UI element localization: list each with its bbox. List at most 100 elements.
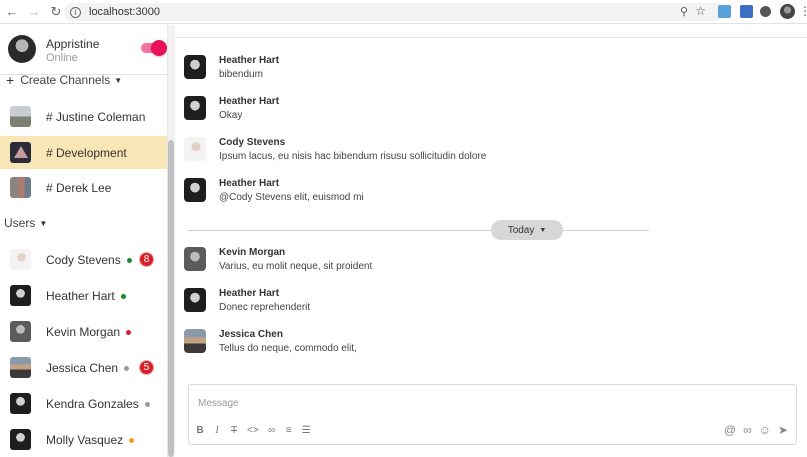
create-channels-header[interactable]: + Create Channels ▼: [0, 70, 122, 90]
send-icon[interactable]: ➤: [778, 423, 788, 437]
toggle-knob[interactable]: [151, 40, 167, 56]
online-toggle[interactable]: [141, 40, 167, 56]
avatar[interactable]: [184, 329, 206, 353]
mention-icon[interactable]: @: [724, 423, 736, 437]
message-input[interactable]: Message: [198, 398, 239, 409]
avatar: [10, 357, 31, 378]
message-author[interactable]: Heather Hart: [219, 178, 279, 189]
message-text: @Cody Stevens elit, euismod mi: [219, 192, 364, 203]
extension-icon[interactable]: [718, 5, 731, 18]
users-label: Users: [4, 216, 36, 230]
message-author[interactable]: Heather Hart: [219, 288, 279, 299]
channel-label: # Derek Lee: [46, 180, 112, 195]
avatar[interactable]: [184, 55, 206, 79]
chat-top-divider: [176, 37, 807, 38]
current-user-status: Online: [46, 52, 78, 64]
message-author[interactable]: Cody Stevens: [219, 137, 285, 148]
forward-icon[interactable]: →: [24, 2, 44, 22]
avatar: [10, 393, 31, 414]
link-icon[interactable]: ∞: [268, 425, 276, 436]
user-label: Kevin Morgan: [46, 325, 132, 339]
browser-profile-avatar[interactable]: [780, 4, 795, 19]
channel-label: # Development: [46, 145, 127, 160]
bold-icon[interactable]: B: [196, 425, 204, 436]
message-text: Ipsum lacus, eu nisis hac bibendum risus…: [219, 151, 487, 162]
bulleted-list-icon[interactable]: ≡: [285, 425, 293, 436]
channel-avatar: [10, 106, 31, 127]
site-info-icon[interactable]: i: [70, 6, 81, 18]
avatar: [10, 285, 31, 306]
message: Cody Stevens Ipsum lacus, eu nisis hac b…: [184, 133, 744, 167]
user-item[interactable]: Jessica Chen 5: [0, 351, 167, 384]
reload-icon[interactable]: ↻: [46, 2, 66, 22]
extensions-puzzle-icon[interactable]: [760, 6, 771, 17]
message: Heather Hart @Cody Stevens elit, euismod…: [184, 174, 744, 208]
channel-avatar: [10, 177, 31, 198]
avatar[interactable]: [8, 35, 36, 63]
emoji-icon[interactable]: ☺: [759, 423, 771, 437]
presence-dot: [144, 401, 150, 407]
extension-icon[interactable]: [740, 5, 753, 18]
presence-dot: [124, 365, 130, 371]
message-text: Okay: [219, 110, 243, 121]
user-label: Kendra Gonzales: [46, 397, 150, 411]
date-divider-line: [188, 230, 649, 231]
numbered-list-icon[interactable]: ☰: [302, 425, 311, 436]
caret-down-icon[interactable]: ▼: [39, 219, 47, 228]
message: Heather Hart Okay: [184, 92, 744, 126]
avatar: [10, 429, 31, 450]
avatar: [10, 321, 31, 342]
attachment-icon[interactable]: ∞: [743, 423, 752, 437]
user-item[interactable]: Kevin Morgan: [0, 315, 167, 348]
message-text: Donec reprehenderit: [219, 302, 311, 313]
channel-item-active[interactable]: # Development: [0, 136, 167, 169]
user-label: Jessica Chen: [46, 361, 130, 375]
message-author[interactable]: Kevin Morgan: [219, 247, 285, 258]
strikethrough-icon[interactable]: T: [230, 425, 238, 436]
plus-icon[interactable]: +: [6, 72, 14, 88]
avatar[interactable]: [184, 178, 206, 202]
users-header[interactable]: Users ▼: [0, 213, 47, 233]
unread-badge: 5: [139, 360, 154, 375]
italic-icon[interactable]: I: [213, 425, 221, 436]
channel-label: # Justine Coleman: [46, 109, 146, 124]
date-divider-pill[interactable]: Today ▼: [491, 220, 563, 240]
user-item[interactable]: Cody Stevens 8: [0, 243, 167, 276]
composer-actions: @ ∞ ☺ ➤: [724, 423, 788, 437]
message-author[interactable]: Heather Hart: [219, 55, 279, 66]
sidebar-scrollbar-thumb[interactable]: [168, 140, 174, 457]
caret-down-icon: ▼: [539, 226, 547, 234]
message-author[interactable]: Jessica Chen: [219, 329, 283, 340]
formatting-toolbar: B I T <> ∞ ≡ ☰: [196, 425, 311, 436]
presence-dot: [126, 329, 132, 335]
back-icon[interactable]: ←: [2, 2, 22, 22]
user-label: Cody Stevens: [46, 253, 132, 267]
user-item[interactable]: Molly Vasquez: [0, 423, 167, 456]
message: Jessica Chen Tellus do neque, commodo el…: [184, 325, 744, 359]
zoom-icon[interactable]: ⚲: [680, 5, 688, 18]
avatar: [10, 249, 31, 270]
avatar[interactable]: [184, 137, 206, 161]
current-user-name: Appristine: [46, 37, 100, 51]
user-item[interactable]: Heather Hart: [0, 279, 167, 312]
browser-menu-icon[interactable]: ⋮: [799, 4, 807, 18]
channel-item[interactable]: # Derek Lee: [0, 171, 167, 204]
avatar[interactable]: [184, 96, 206, 120]
message-author[interactable]: Heather Hart: [219, 96, 279, 107]
sidebar: Appristine Online + Create Channels ▼ # …: [0, 25, 167, 457]
message: Heather Hart Donec reprehenderit: [184, 284, 744, 318]
caret-down-icon[interactable]: ▼: [114, 76, 122, 85]
channel-avatar: [10, 142, 31, 163]
address-bar[interactable]: i localhost:3000 ⚲ ☆: [64, 3, 724, 21]
chat-panel: Heather Hart bibendum Heather Hart Okay …: [176, 25, 807, 457]
message-composer[interactable]: Message B I T <> ∞ ≡ ☰ @ ∞ ☺ ➤: [188, 384, 797, 445]
bookmark-star-icon[interactable]: ☆: [695, 4, 706, 18]
create-channels-label: Create Channels: [20, 73, 111, 87]
date-divider-label: Today: [507, 224, 535, 236]
browser-toolbar: ← → ↻ i localhost:3000 ⚲ ☆ ⋮: [0, 0, 807, 24]
avatar[interactable]: [184, 288, 206, 312]
user-item[interactable]: Kendra Gonzales: [0, 387, 167, 420]
code-icon[interactable]: <>: [247, 425, 259, 436]
channel-item[interactable]: # Justine Coleman: [0, 100, 167, 133]
avatar[interactable]: [184, 247, 206, 271]
